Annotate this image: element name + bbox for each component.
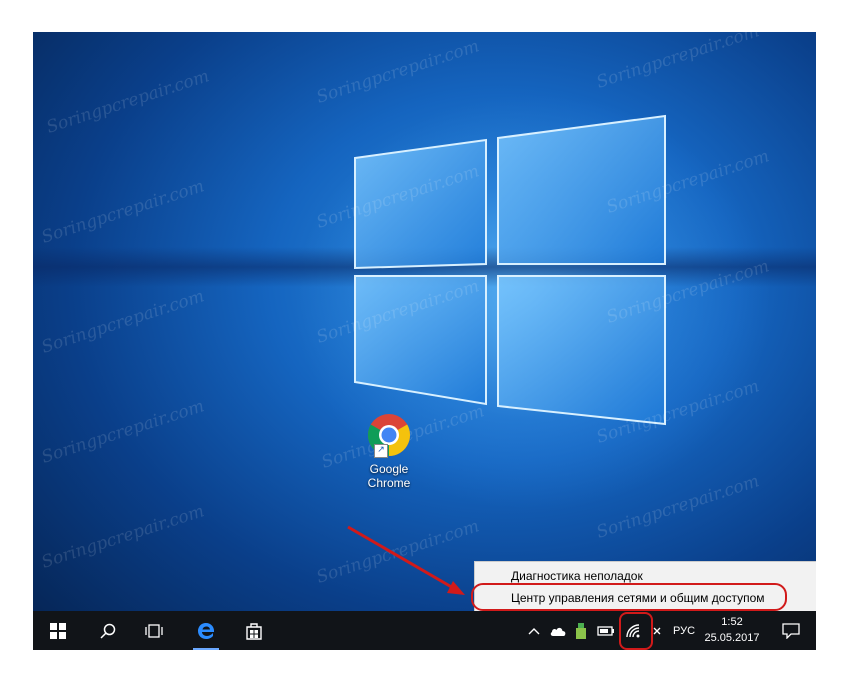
annotation-arrow [347,525,465,595]
desktop-screen: Soringpcrepair.com Soringpcrepair.com So… [33,32,816,650]
